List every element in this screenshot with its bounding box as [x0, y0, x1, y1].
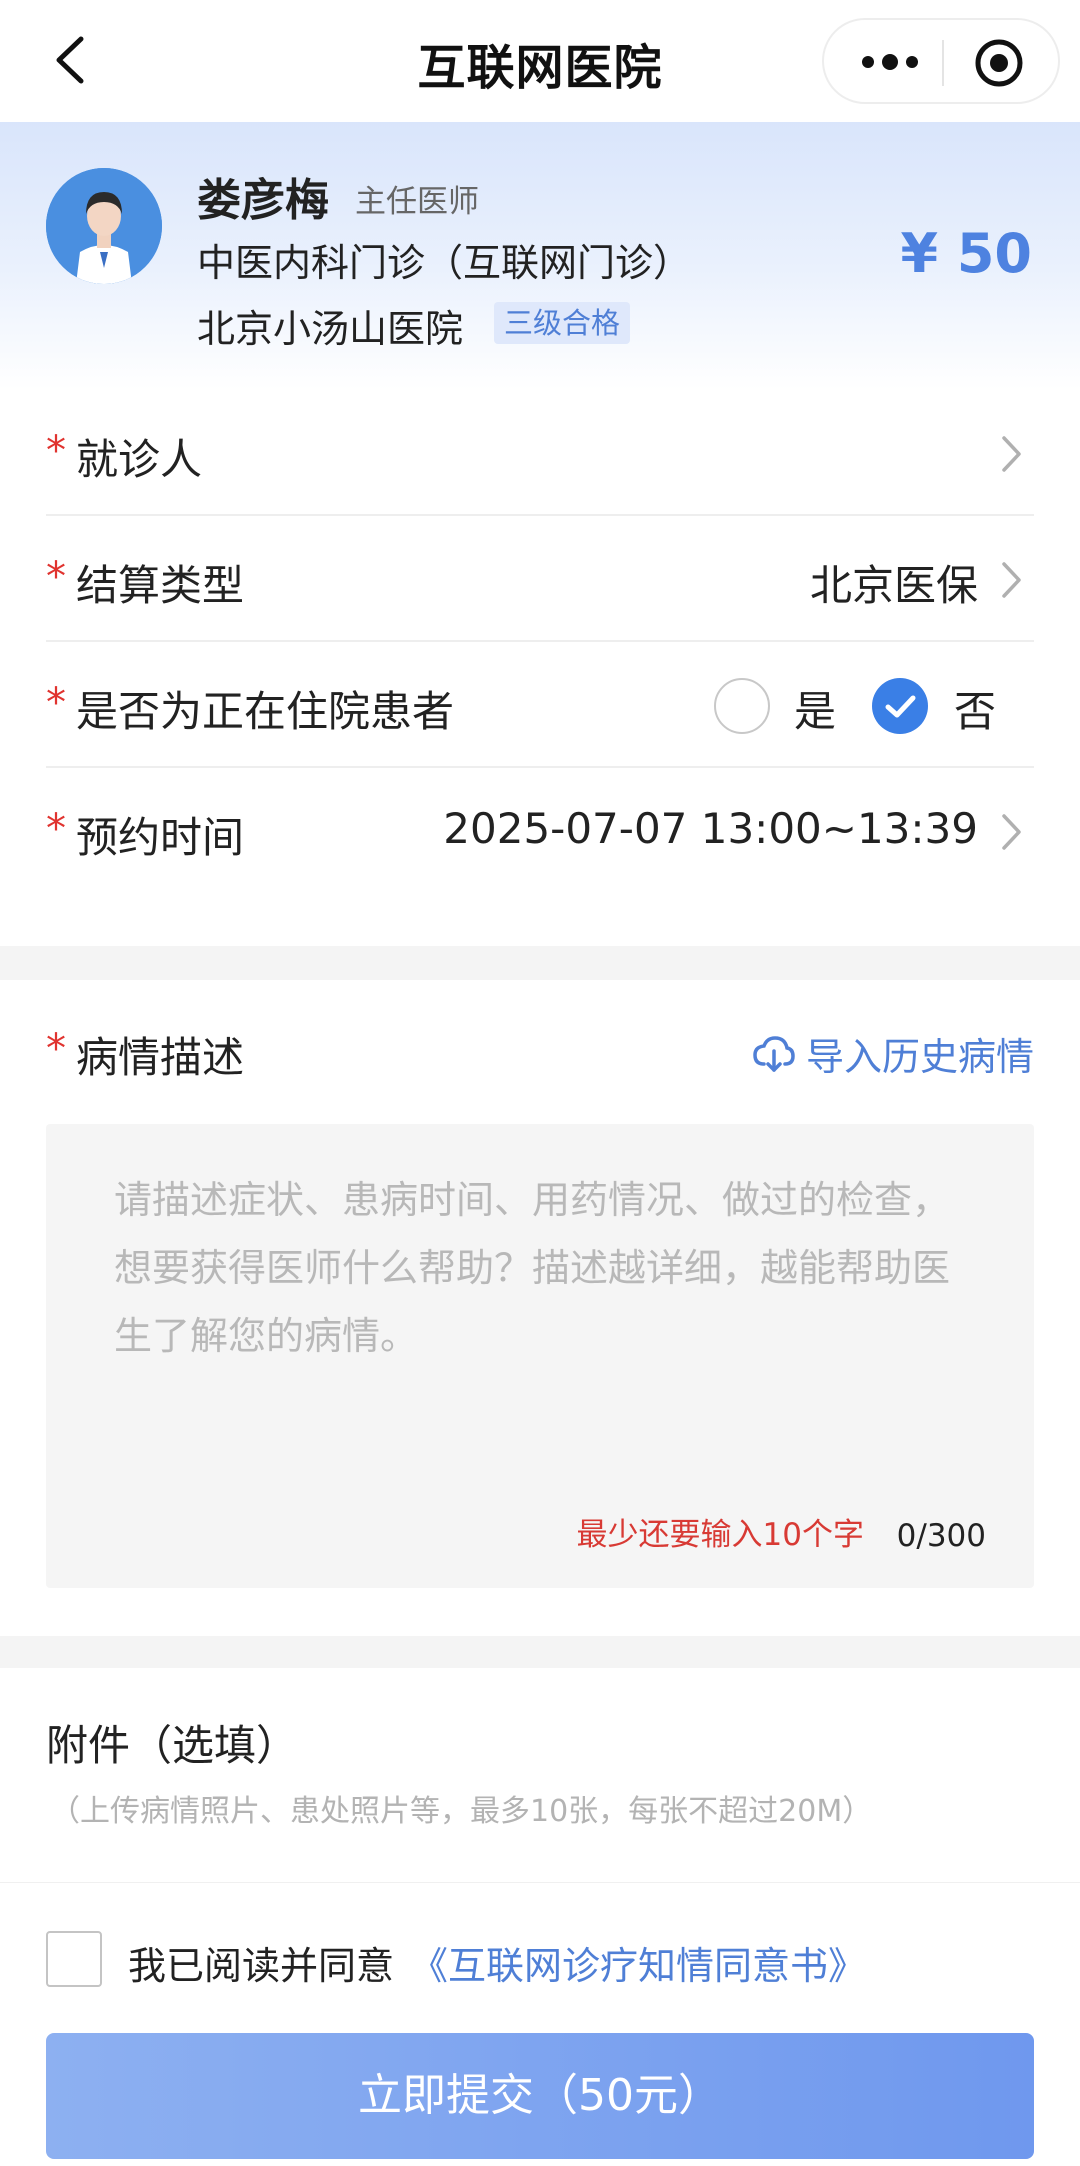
doctor-department: 中医内科门诊（互联网门诊） — [197, 241, 692, 285]
attachment-hint: （上传病情照片、患处照片等，最多10张，每张不超过20M） — [50, 1794, 873, 1829]
inpatient-no-label[interactable]: 否 — [954, 678, 996, 739]
doctor-hospital: 北京小汤山医院 — [197, 307, 464, 351]
chevron-right-icon — [998, 812, 1024, 852]
char-counter: 0/300 — [896, 1518, 986, 1554]
required-mark: * — [46, 1026, 66, 1072]
agree-text: 我已阅读并同意 — [128, 1944, 395, 1988]
appointment-time-row[interactable]: * 预约时间 2025-07-07 13:00~13:39 — [46, 768, 1034, 894]
inpatient-row: * 是否为正在住院患者 是 否 — [46, 642, 1034, 768]
min-length-warning: 最少还要输入10个字 — [576, 1517, 864, 1553]
doctor-title: 主任医师 — [355, 184, 479, 220]
required-mark: * — [46, 554, 66, 600]
patient-label: 就诊人 — [76, 435, 203, 484]
inpatient-no-radio[interactable] — [872, 678, 928, 734]
consult-price: ¥ 50 — [900, 222, 1032, 285]
section-divider — [0, 1636, 1080, 1668]
agree-checkbox[interactable] — [46, 1931, 102, 1987]
condition-description-label: 病情描述 — [76, 1033, 245, 1082]
patient-row[interactable]: * 就诊人 — [46, 390, 1034, 516]
chevron-right-icon — [998, 560, 1024, 600]
submit-button[interactable]: 立即提交（50元） — [46, 2033, 1034, 2159]
chevron-right-icon — [998, 434, 1024, 474]
nav-bar: 互联网医院 — [0, 0, 1080, 122]
condition-description-textarea[interactable]: 请描述症状、患病时间、用药情况、做过的检查，想要获得医师什么帮助？描述越详细，越… — [46, 1124, 1034, 1588]
doctor-card: 娄彦梅 主任医师 中医内科门诊（互联网门诊） 北京小汤山医院 三级合格 ¥ 50 — [0, 122, 1080, 390]
inpatient-label: 是否为正在住院患者 — [76, 687, 455, 736]
consent-agreement-link[interactable]: 《互联网诊疗知情同意书》 — [410, 1935, 866, 1990]
doctor-avatar — [46, 168, 162, 284]
required-mark: * — [46, 806, 66, 852]
section-divider — [0, 946, 1080, 980]
textarea-placeholder: 请描述症状、患病时间、用药情况、做过的检查，想要获得医师什么帮助？描述越详细，越… — [114, 1178, 951, 1358]
required-mark: * — [46, 680, 66, 726]
cloud-download-icon — [753, 1035, 795, 1072]
more-icon[interactable] — [860, 50, 920, 74]
doctor-name: 娄彦梅 — [197, 175, 329, 226]
settlement-type-value: 北京医保 — [809, 561, 978, 610]
close-mini-program-icon[interactable] — [974, 38, 1024, 88]
capsule-divider — [942, 40, 944, 86]
settlement-type-row[interactable]: * 结算类型 北京医保 — [46, 516, 1034, 642]
mini-program-capsule — [822, 18, 1060, 104]
attachment-title: 附件（选填） — [46, 1721, 299, 1770]
footer-bar: 我已阅读并同意 《互联网诊疗知情同意书》 立即提交（50元） — [0, 1882, 1080, 2166]
inpatient-yes-radio[interactable] — [714, 678, 770, 734]
required-mark: * — [46, 428, 66, 474]
import-history-label: 导入历史病情 — [805, 1035, 1034, 1079]
appointment-time-value: 2025-07-07 13:00~13:39 — [443, 804, 978, 853]
inpatient-yes-label[interactable]: 是 — [794, 678, 836, 739]
hospital-level-badge: 三级合格 — [494, 302, 631, 344]
settlement-type-label: 结算类型 — [76, 561, 245, 610]
import-history-button[interactable]: 导入历史病情 — [752, 1026, 1034, 1081]
appointment-time-label: 预约时间 — [76, 813, 245, 862]
